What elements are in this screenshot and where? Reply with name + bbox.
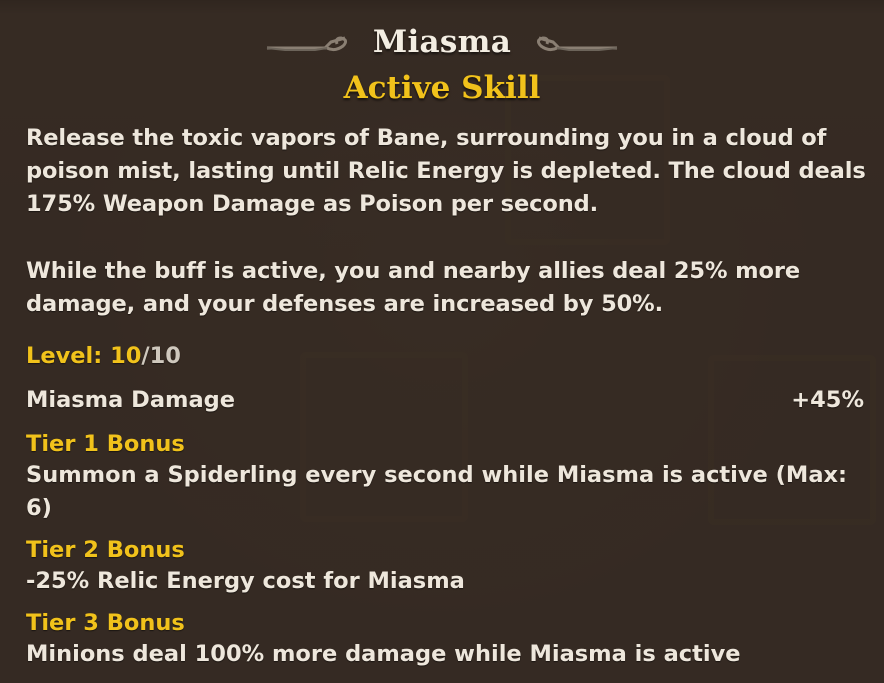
- scroll-ornament-right-icon: [529, 30, 619, 54]
- tier-3-bonus: Tier 3 Bonus Minions deal 100% more dama…: [26, 608, 872, 671]
- skill-buff-description: While the buff is active, you and nearby…: [26, 258, 801, 317]
- tier-title: Tier 2 Bonus: [26, 537, 185, 563]
- tier-description: -25% Relic Energy cost for Miasma: [26, 568, 465, 594]
- stat-value: +45%: [791, 387, 864, 413]
- skill-name: Miasma: [372, 24, 512, 60]
- tier-description: Summon a Spiderling every second while M…: [26, 462, 848, 521]
- stat-name: Miasma Damage: [26, 387, 235, 413]
- tier-title: Tier 1 Bonus: [26, 431, 185, 457]
- skill-level-current: Level: 10: [26, 343, 142, 369]
- game-screen: Miasma Active Skill Release the toxic va…: [0, 0, 884, 683]
- skill-description: Release the toxic vapors of Bane, surrou…: [26, 125, 866, 217]
- skill-level: Level: 10/10: [26, 341, 872, 371]
- skill-tooltip: Miasma Active Skill Release the toxic va…: [0, 0, 884, 683]
- stat-row: Miasma Damage +45%: [26, 385, 872, 415]
- tooltip-body: Release the toxic vapors of Bane, surrou…: [26, 122, 872, 671]
- tier-1-bonus: Tier 1 Bonus Summon a Spiderling every s…: [26, 429, 872, 525]
- skill-level-max: /10: [141, 343, 181, 369]
- tier-2-bonus: Tier 2 Bonus -25% Relic Energy cost for …: [26, 535, 872, 598]
- tier-description: Minions deal 100% more damage while Mias…: [26, 641, 741, 667]
- tooltip-header: Miasma: [0, 22, 884, 62]
- tier-title: Tier 3 Bonus: [26, 610, 185, 636]
- scroll-ornament-left-icon: [265, 30, 355, 54]
- skill-type: Active Skill: [343, 70, 541, 106]
